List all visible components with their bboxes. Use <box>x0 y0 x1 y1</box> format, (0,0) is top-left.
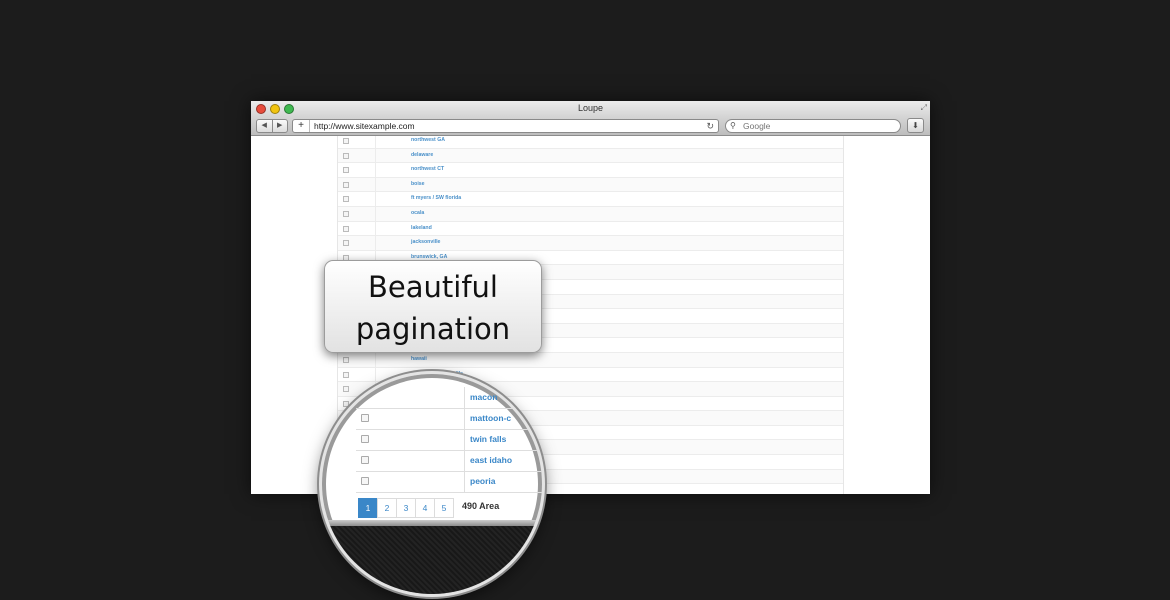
add-bookmark-button[interactable]: + <box>293 120 310 132</box>
area-link[interactable]: peoria <box>470 476 496 486</box>
address-bar[interactable]: + http://www.sitexample.com ↻ <box>292 119 719 133</box>
table-row: jacksonville <box>338 236 843 251</box>
area-link[interactable]: ocala <box>411 210 424 216</box>
table-row: northwest CT <box>338 163 843 178</box>
area-link[interactable]: northwest CT <box>411 166 444 172</box>
row-checkbox[interactable] <box>343 138 349 144</box>
callout-line-2: pagination <box>355 312 511 346</box>
download-button[interactable]: ⬇ <box>907 118 924 133</box>
row-checkbox[interactable] <box>343 152 349 159</box>
row-checkbox[interactable] <box>361 414 369 422</box>
column-divider <box>464 408 465 429</box>
table-row: hawaii <box>338 352 843 368</box>
callout-line-1: Beautiful <box>368 270 498 304</box>
column-divider <box>464 450 465 471</box>
pagination: 12345 <box>358 498 454 518</box>
row-checkbox[interactable] <box>343 210 349 217</box>
url-text[interactable]: http://www.sitexample.com <box>314 121 415 131</box>
column-divider <box>375 177 376 192</box>
page-4-button[interactable]: 4 <box>415 498 435 518</box>
magnified-row: mattoon-c <box>356 408 542 430</box>
callout-text: Beautiful pagination <box>325 266 541 350</box>
table-row: boise <box>338 177 843 193</box>
magnified-background <box>322 526 542 594</box>
row-checkbox[interactable] <box>343 196 349 203</box>
magnified-row: twin falls <box>356 429 542 451</box>
column-divider <box>464 471 465 492</box>
forward-button[interactable]: ▶ <box>271 120 288 132</box>
area-link[interactable]: east idaho <box>470 455 512 465</box>
table-row: lakeland <box>338 221 843 237</box>
page-3-button[interactable]: 3 <box>396 498 416 518</box>
magnified-view: peoria east idaho twin falls mattoon-c macon… <box>322 374 542 594</box>
magnified-row: macon <box>356 387 542 409</box>
magnified-row: east idaho <box>356 450 542 472</box>
column-divider <box>375 136 376 148</box>
magnified-row: peoria <box>356 471 542 493</box>
title-bar: Loupe ⤢ <box>251 101 930 116</box>
row-checkbox[interactable] <box>361 435 369 443</box>
search-input[interactable] <box>743 120 893 132</box>
table-row: ocala <box>338 206 843 222</box>
area-link[interactable]: mattoon-c <box>470 413 511 423</box>
back-button[interactable]: ◀ <box>257 120 272 132</box>
page-2-button[interactable]: 2 <box>377 498 397 518</box>
area-link[interactable]: ft myers / SW florida <box>411 195 461 201</box>
browser-toolbar: ◀ ▶ + http://www.sitexample.com ↻ ⚲ ⬇ <box>251 116 930 136</box>
area-link[interactable]: delaware <box>411 152 433 158</box>
fullscreen-icon[interactable]: ⤢ <box>921 103 927 113</box>
area-link[interactable]: jacksonville <box>411 239 440 245</box>
table-row: delaware <box>338 148 843 164</box>
row-checkbox[interactable] <box>343 225 349 232</box>
page-1-button[interactable]: 1 <box>358 498 378 518</box>
area-link[interactable]: twin falls <box>470 434 506 444</box>
table-row: northwest GA <box>338 136 843 149</box>
column-divider <box>375 206 376 221</box>
table-row: ft myers / SW florida <box>338 192 843 207</box>
area-link[interactable]: northwest GA <box>411 137 445 143</box>
row-checkbox[interactable] <box>361 477 369 485</box>
row-checkbox[interactable] <box>343 167 349 174</box>
column-divider <box>375 192 376 206</box>
column-divider <box>464 429 465 450</box>
nav-buttons: ◀ ▶ <box>256 119 288 133</box>
search-box[interactable]: ⚲ <box>725 119 901 133</box>
magnifier-lens: peoria east idaho twin falls mattoon-c macon… <box>322 374 542 594</box>
area-link[interactable]: boise <box>411 181 425 187</box>
column-divider <box>375 148 376 163</box>
row-checkbox[interactable] <box>343 181 349 188</box>
search-icon: ⚲ <box>730 121 736 130</box>
page-5-button[interactable]: 5 <box>434 498 454 518</box>
column-divider <box>375 352 376 367</box>
row-checkbox[interactable] <box>361 456 369 464</box>
row-checkbox[interactable] <box>343 356 349 363</box>
column-divider <box>375 221 376 236</box>
result-count: 490 Area <box>462 501 500 511</box>
window-title: Loupe <box>577 103 604 113</box>
column-divider <box>375 236 376 250</box>
feature-callout: Beautiful pagination <box>324 260 542 353</box>
area-link[interactable]: brunswick, GA <box>411 254 447 260</box>
reload-icon[interactable]: ↻ <box>706 120 714 132</box>
row-checkbox[interactable] <box>343 240 349 247</box>
area-link[interactable]: lakeland <box>411 225 432 231</box>
column-divider <box>375 163 376 177</box>
area-link[interactable]: hawaii <box>411 356 427 362</box>
column-divider <box>464 387 465 408</box>
area-link[interactable]: macon <box>470 392 497 402</box>
